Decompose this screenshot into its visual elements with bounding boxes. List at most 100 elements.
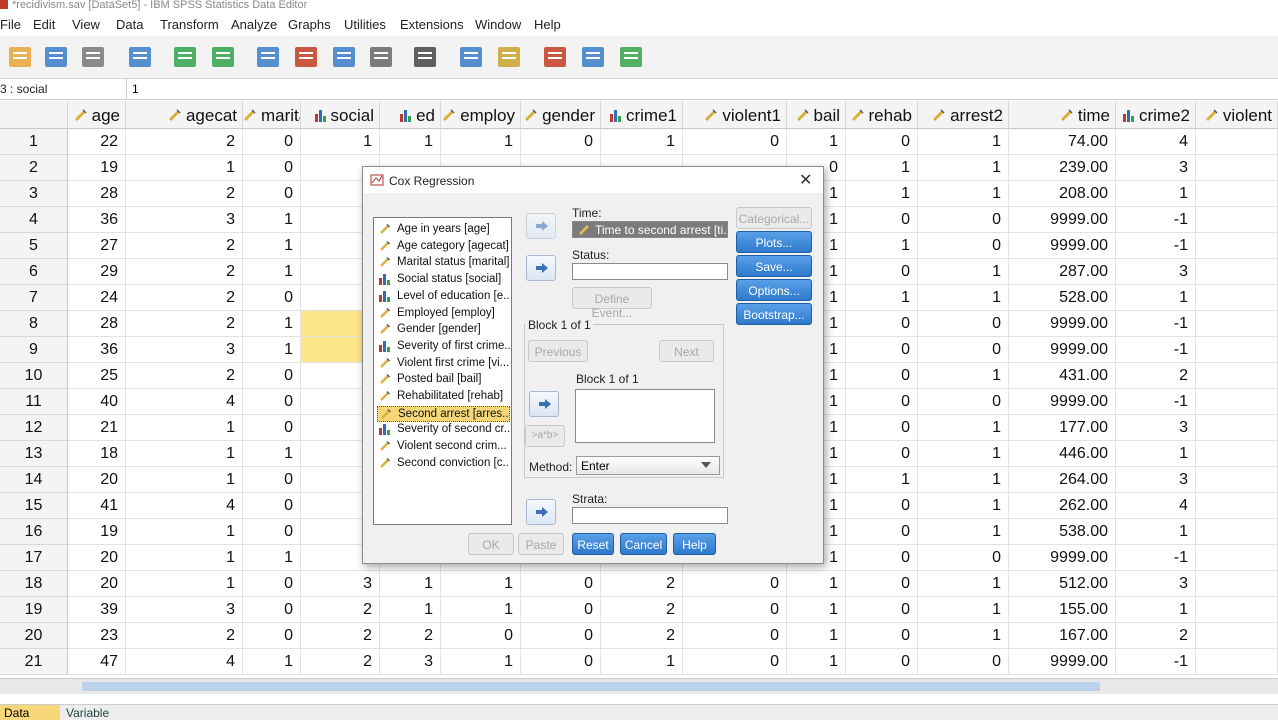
data-cell[interactable]: 0 [846,337,918,363]
categorical-button[interactable]: Categorical... [736,207,812,229]
next-button[interactable]: Next [659,340,714,362]
data-cell[interactable]: 1 [243,649,301,675]
data-cell[interactable]: 1 [787,597,846,623]
data-cell[interactable]: 9999.00 [1009,649,1116,675]
data-cell[interactable]: 1 [380,597,441,623]
data-cell[interactable]: 1 [126,155,243,181]
data-cell[interactable]: 0 [846,207,918,233]
data-cell[interactable]: 1 [1116,441,1196,467]
goto-case-icon[interactable] [253,42,283,72]
bootstrap-button[interactable]: Bootstrap... [736,303,812,325]
variable-item[interactable]: Violent first crime [vi... [377,356,510,372]
data-cell[interactable]: 1 [918,441,1009,467]
data-cell[interactable]: 1 [243,233,301,259]
data-cell[interactable]: 1 [846,467,918,493]
column-header-age[interactable]: age [68,101,126,129]
strata-field[interactable] [572,507,728,524]
data-cell[interactable]: 2 [601,597,683,623]
data-cell[interactable]: 3 [126,597,243,623]
data-cell[interactable]: 2 [126,285,243,311]
move-covariate-button[interactable] [529,391,559,417]
row-header[interactable]: 14 [0,467,68,493]
data-cell[interactable] [1196,545,1278,571]
data-cell[interactable]: 1 [846,155,918,181]
data-cell[interactable]: 1 [918,155,1009,181]
save-icon[interactable] [41,42,71,72]
data-cell[interactable] [1196,493,1278,519]
data-cell[interactable]: 1 [1116,181,1196,207]
column-header-rehab[interactable]: rehab [846,101,918,129]
menu-data[interactable]: Data [116,17,143,32]
data-cell[interactable]: 0 [521,623,601,649]
row-header[interactable]: 17 [0,545,68,571]
row-header[interactable]: 18 [0,571,68,597]
menu-view[interactable]: View [72,17,100,32]
data-cell[interactable]: 1 [1116,285,1196,311]
data-cell[interactable] [1196,441,1278,467]
options-button[interactable]: Options... [736,279,812,301]
row-header[interactable]: 21 [0,649,68,675]
data-cell[interactable]: 2 [1116,363,1196,389]
data-cell[interactable]: 2 [126,181,243,207]
column-header-time[interactable]: time [1009,101,1116,129]
variable-item[interactable]: Rehabilitated [rehab] [377,389,510,405]
data-cell[interactable] [1196,597,1278,623]
data-cell[interactable] [1196,363,1278,389]
data-cell[interactable] [1196,129,1278,155]
data-cell[interactable]: 0 [521,571,601,597]
row-header[interactable]: 16 [0,519,68,545]
data-cell[interactable]: 1 [243,207,301,233]
data-cell[interactable]: 1 [846,233,918,259]
data-cell[interactable]: 1 [787,649,846,675]
data-cell[interactable]: 1 [243,441,301,467]
data-cell[interactable]: 0 [243,129,301,155]
data-cell[interactable]: 0 [846,649,918,675]
menu-transform[interactable]: Transform [160,17,219,32]
data-cell[interactable]: 1 [243,545,301,571]
variable-item[interactable]: Level of education [e... [377,289,510,305]
value-labels-icon[interactable] [540,42,570,72]
close-icon[interactable]: ✕ [799,170,812,190]
data-cell[interactable]: 2 [126,363,243,389]
redo-icon[interactable] [208,42,238,72]
data-cell[interactable]: 3 [126,207,243,233]
data-cell[interactable]: 1 [380,571,441,597]
move-status-button[interactable] [526,255,556,281]
data-cell[interactable]: 0 [918,207,1009,233]
menu-file[interactable]: File [0,17,21,32]
variable-item[interactable]: Employed [employ] [377,306,510,322]
data-cell[interactable]: 19 [68,519,126,545]
row-header[interactable]: 13 [0,441,68,467]
data-cell[interactable]: 25 [68,363,126,389]
data-cell[interactable]: 3 [126,337,243,363]
data-cell[interactable]: 0 [846,623,918,649]
data-cell[interactable]: 1 [787,129,846,155]
data-cell[interactable]: 0 [243,285,301,311]
status-field[interactable] [572,263,728,280]
data-cell[interactable] [1196,285,1278,311]
data-cell[interactable] [1196,389,1278,415]
data-cell[interactable]: 2 [601,623,683,649]
data-cell[interactable]: 1 [787,623,846,649]
variable-item[interactable]: Age category [agecat] [377,239,510,255]
undo-icon[interactable] [170,42,200,72]
row-header[interactable]: 4 [0,207,68,233]
row-header[interactable]: 1 [0,129,68,155]
data-cell[interactable]: 0 [918,311,1009,337]
data-cell[interactable]: 2 [126,259,243,285]
data-cell[interactable]: 2 [301,649,380,675]
data-cell[interactable]: 1 [918,129,1009,155]
column-header-employ[interactable]: employ [441,101,521,129]
data-cell[interactable] [1196,181,1278,207]
data-cell[interactable]: 208.00 [1009,181,1116,207]
data-cell[interactable] [1196,233,1278,259]
data-cell[interactable]: 1 [601,649,683,675]
data-cell[interactable]: -1 [1116,389,1196,415]
data-cell[interactable]: 0 [846,415,918,441]
data-cell[interactable]: 0 [243,597,301,623]
data-cell[interactable]: 1 [441,649,521,675]
data-cell[interactable]: 4 [1116,493,1196,519]
column-header-crime1[interactable]: crime1 [601,101,683,129]
data-cell[interactable]: 1 [441,571,521,597]
variable-item[interactable]: Severity of first crime... [377,339,510,355]
